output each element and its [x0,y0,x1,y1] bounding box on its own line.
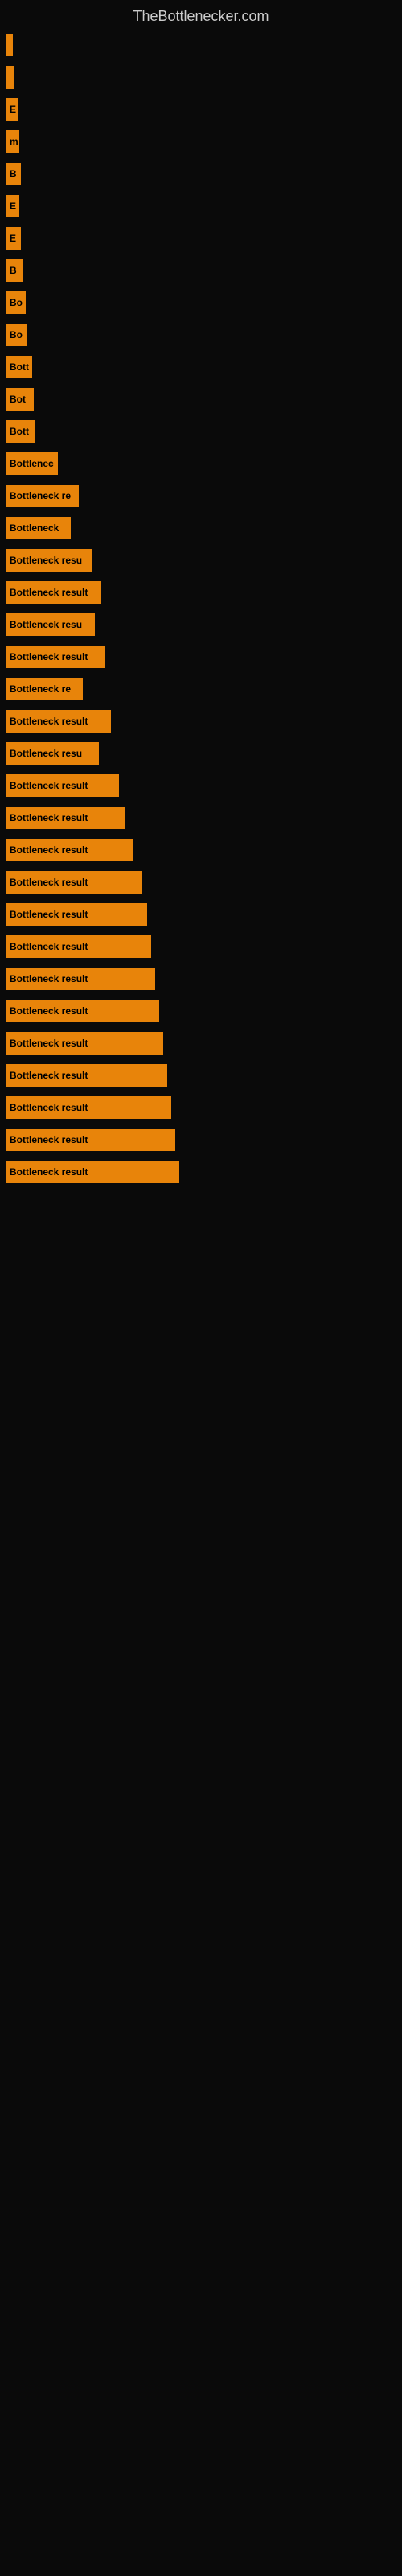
bar-row: Bottlenec [0,448,402,480]
result-bar [6,34,13,56]
result-bar [6,66,14,89]
result-bar: Bottleneck result [6,871,142,894]
result-bar: Bottleneck result [6,646,105,668]
bar-row: E [0,222,402,254]
result-bar: Bottleneck result [6,903,147,926]
bar-row: Bottleneck result [0,641,402,673]
result-bar: Bottleneck result [6,1096,171,1119]
result-bar: Bot [6,388,34,411]
bar-row: Bottleneck [0,512,402,544]
bar-row: Bottleneck result [0,1124,402,1156]
bar-row: Bottleneck result [0,576,402,609]
result-bar: Bottleneck result [6,710,111,733]
bar-row: Bottleneck result [0,866,402,898]
result-bar: Bottleneck resu [6,742,99,765]
bar-row: Bott [0,415,402,448]
bar-row: Bottleneck resu [0,544,402,576]
bar-row: Bottleneck result [0,1156,402,1188]
result-bar: E [6,98,18,121]
bar-row: Bottleneck re [0,673,402,705]
result-bar: Bottleneck result [6,1000,159,1022]
result-bar: Bo [6,291,26,314]
bar-row: Bo [0,287,402,319]
bar-row: m [0,126,402,158]
bar-row: Bottleneck resu [0,737,402,770]
bar-row: B [0,158,402,190]
bar-row: Bottleneck result [0,1027,402,1059]
result-bar: Bottlenec [6,452,58,475]
bar-row: Bot [0,383,402,415]
result-bar: Bott [6,420,35,443]
result-bar: Bottleneck [6,517,71,539]
result-bar: E [6,227,21,250]
bar-row: Bo [0,319,402,351]
result-bar: Bottleneck re [6,678,83,700]
result-bar: Bottleneck resu [6,613,95,636]
result-bar: Bottleneck result [6,774,119,797]
bar-row: Bottleneck result [0,1092,402,1124]
result-bar: Bottleneck result [6,807,125,829]
bars-container: EmBEEBBoBoBottBotBottBottlenecBottleneck… [0,29,402,1188]
result-bar: E [6,195,19,217]
result-bar: Bottleneck result [6,1129,175,1151]
result-bar: Bottleneck result [6,839,133,861]
result-bar: Bott [6,356,32,378]
bar-row [0,29,402,61]
result-bar: Bottleneck result [6,581,101,604]
bar-row: Bottleneck resu [0,609,402,641]
result-bar: Bottleneck result [6,1161,179,1183]
result-bar: Bo [6,324,27,346]
page-title: TheBottlenecker.com [0,0,402,29]
result-bar: Bottleneck re [6,485,79,507]
result-bar: Bottleneck result [6,968,155,990]
result-bar: B [6,259,23,282]
bar-row: E [0,93,402,126]
bar-row: Bottleneck result [0,1059,402,1092]
result-bar: Bottleneck result [6,1064,167,1087]
bar-row: Bottleneck result [0,898,402,931]
bar-row: Bottleneck result [0,705,402,737]
bar-row: Bottleneck result [0,802,402,834]
bar-row: E [0,190,402,222]
bar-row: Bott [0,351,402,383]
bar-row: Bottleneck result [0,770,402,802]
result-bar: Bottleneck result [6,935,151,958]
result-bar: B [6,163,21,185]
result-bar: Bottleneck result [6,1032,163,1055]
bar-row: Bottleneck result [0,963,402,995]
bar-row: B [0,254,402,287]
result-bar: m [6,130,19,153]
bar-row: Bottleneck result [0,995,402,1027]
bar-row: Bottleneck result [0,834,402,866]
result-bar: Bottleneck resu [6,549,92,572]
bar-row: Bottleneck re [0,480,402,512]
bar-row: Bottleneck result [0,931,402,963]
bar-row [0,61,402,93]
